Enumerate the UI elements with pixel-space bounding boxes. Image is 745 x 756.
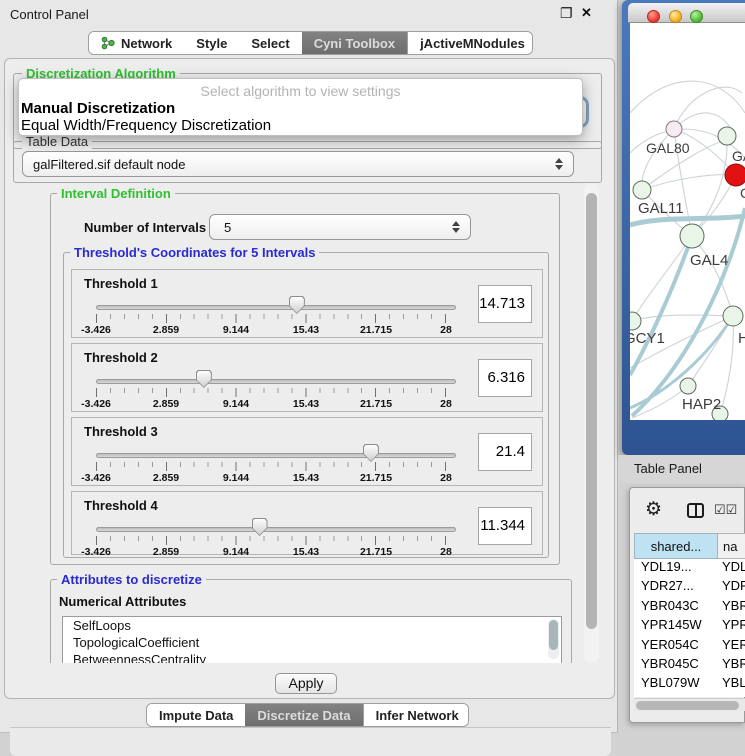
minimize-traffic-light-icon[interactable] <box>669 10 682 23</box>
close-window-icon[interactable]: ✕ <box>581 5 592 21</box>
node-label-partial: H <box>738 330 745 347</box>
slider-ticks: -3.426 2.859 9.144 15.43 21.715 28 <box>96 536 446 558</box>
tab-label: Network <box>121 36 172 51</box>
numerical-attributes-label: Numerical Attributes <box>59 594 186 609</box>
table-data-combobox[interactable]: galFiltered.sif default node <box>22 151 574 177</box>
split-columns-icon[interactable] <box>687 503 704 518</box>
threshold-value-field[interactable]: 6.316 <box>478 359 532 397</box>
thresholds-group: Threshold's Coordinates for 5 Intervals … <box>63 252 549 558</box>
table-row[interactable]: YBL079WYBL0 <box>634 675 745 694</box>
node-label-gcy1: GCY1 <box>630 330 665 347</box>
group-title-interval-definition: Interval Definition <box>57 186 175 201</box>
apply-button[interactable]: Apply <box>275 673 337 694</box>
threshold-row: Threshold 4 -3.426 2.859 9.144 15.43 21.… <box>71 491 543 555</box>
algorithm-dropdown-popup: Select algorithm to view settings Manual… <box>18 78 583 136</box>
top-tab-bar: Network Style Select Cyni Toolbox jActiv… <box>88 31 533 55</box>
node-label-partial: C <box>740 185 745 201</box>
table-panel-title: Table Panel <box>634 461 702 476</box>
slider-thumb[interactable] <box>252 518 268 536</box>
column-header-shared[interactable]: shared... <box>634 533 718 559</box>
node-label-partial: GA <box>732 148 745 164</box>
settings-viewport: Interval Definition Number of Intervals … <box>13 183 581 663</box>
table-row[interactable]: YDR27...YDR2 <box>634 578 745 597</box>
list-item[interactable]: SelfLoops <box>63 617 561 634</box>
node-label-gal80: GAL80 <box>646 140 690 156</box>
group-title-table-data: Table Data <box>22 134 92 149</box>
panel-scrollbar[interactable] <box>584 183 599 663</box>
control-panel-window: Control Panel ❐ ✕ Network Style Select C… <box>0 0 618 733</box>
algorithm-option-equal-width[interactable]: Equal Width/Frequency Discretization <box>19 117 582 134</box>
tab-cyni-toolbox[interactable]: Cyni Toolbox <box>302 32 407 54</box>
float-window-icon[interactable]: ❐ <box>560 5 573 22</box>
node-label-gal11: GAL11 <box>638 200 684 217</box>
tab-infer-network[interactable]: Infer Network <box>363 704 469 726</box>
table-horizontal-scrollbar[interactable] <box>634 698 745 711</box>
number-of-intervals-combobox[interactable]: 5 <box>209 214 471 240</box>
table-row[interactable]: YBR045CYBR0 <box>634 656 745 675</box>
threshold-row: Threshold 3 -3.426 2.859 9.144 15.43 21.… <box>71 417 543 486</box>
list-item[interactable]: TopologicalCoefficient <box>63 634 561 651</box>
slider-thumb[interactable] <box>196 370 212 388</box>
checkbox-icons[interactable]: ☑☑ <box>714 502 737 518</box>
number-of-intervals-label: Number of Intervals <box>84 220 206 235</box>
network-node <box>666 121 682 137</box>
apply-row <box>10 727 611 756</box>
slider-ticks: -3.426 2.859 9.144 15.43 21.715 28 <box>96 388 446 410</box>
tab-network[interactable]: Network <box>89 32 184 54</box>
table-row[interactable]: YPR145WYPR1 <box>634 617 745 636</box>
threshold-value-field[interactable]: 11.344 <box>478 507 532 545</box>
number-of-intervals-value: 5 <box>224 220 231 235</box>
algorithm-placeholder-item[interactable]: Select algorithm to view settings <box>19 79 582 100</box>
table-row[interactable]: YER054CYER0 <box>634 637 745 656</box>
cyni-toolbox-panel: Discretization Algorithm Select algorith… <box>4 58 615 699</box>
slider-ticks: -3.426 2.859 9.144 15.43 21.715 28 <box>96 462 446 484</box>
list-item[interactable]: BetweennessCentrality <box>63 651 561 663</box>
tab-style[interactable]: Style <box>184 32 239 54</box>
threshold-value-field[interactable]: 21.4 <box>478 433 532 471</box>
bottom-tab-bar: Impute Data Discretize Data Infer Networ… <box>146 703 469 727</box>
tab-jactivemnodules[interactable]: jActiveMNodules <box>407 32 533 54</box>
numerical-attributes-list[interactable]: SelfLoops TopologicalCoefficient Between… <box>62 616 562 663</box>
combo-arrows-icon <box>555 158 564 170</box>
network-window-titlebar[interactable] <box>628 3 745 23</box>
slider-ticks: -3.426 2.859 9.144 15.43 21.715 28 <box>96 314 446 336</box>
slider-thumb[interactable] <box>363 444 379 462</box>
table-data-group: Table Data galFiltered.sif default node <box>13 141 602 183</box>
network-edges <box>630 23 745 420</box>
window-title: Control Panel <box>10 7 89 22</box>
threshold-label: Threshold 1 <box>84 276 158 291</box>
threshold-label: Threshold 3 <box>84 424 158 439</box>
group-title-attributes: Attributes to discretize <box>57 572 206 587</box>
combo-arrows-icon <box>452 221 461 233</box>
tab-impute-data[interactable]: Impute Data <box>147 704 245 726</box>
table-row[interactable]: YLR345WYLR3 <box>634 695 745 697</box>
network-icon <box>101 36 115 50</box>
selected-network-node <box>725 164 745 186</box>
threshold-label: Threshold 2 <box>84 350 158 365</box>
threshold-row: Threshold 1 -3.426 2.859 9.144 15.43 21.… <box>71 269 543 338</box>
tab-discretize-data[interactable]: Discretize Data <box>245 704 362 726</box>
network-canvas[interactable]: GAL80 GA GAL11 GAL4 GCY1 H HAP2 C <box>630 23 745 420</box>
close-traffic-light-icon[interactable] <box>647 10 660 23</box>
gear-icon[interactable]: ⚙ <box>645 498 662 521</box>
table-row[interactable]: YBR043CYBR0 <box>634 598 745 617</box>
group-title-thresholds: Threshold's Coordinates for 5 Intervals <box>70 245 319 260</box>
node-table[interactable]: YDL19...YDL1 YDR27...YDR2 YBR043CYBR0 YP… <box>634 559 745 697</box>
slider-thumb[interactable] <box>289 296 305 314</box>
node-label-hap2: HAP2 <box>682 396 721 413</box>
list-scrollbar[interactable] <box>548 619 559 659</box>
node-label-gal4: GAL4 <box>690 252 728 269</box>
table-data-value: galFiltered.sif default node <box>33 157 185 172</box>
zoom-traffic-light-icon[interactable] <box>690 10 703 23</box>
attributes-group: Attributes to discretize Numerical Attri… <box>50 579 572 663</box>
tab-select[interactable]: Select <box>239 32 301 54</box>
threshold-label: Threshold 4 <box>84 498 158 513</box>
column-header-name[interactable]: na <box>718 533 745 559</box>
threshold-value-field[interactable]: 14.713 <box>478 285 532 323</box>
interval-definition-group: Interval Definition Number of Intervals … <box>50 193 560 565</box>
table-row[interactable]: YDL19...YDL1 <box>634 559 745 578</box>
algorithm-option-manual[interactable]: Manual Discretization <box>19 100 582 117</box>
threshold-row: Threshold 2 -3.426 2.859 9.144 15.43 21.… <box>71 343 543 412</box>
